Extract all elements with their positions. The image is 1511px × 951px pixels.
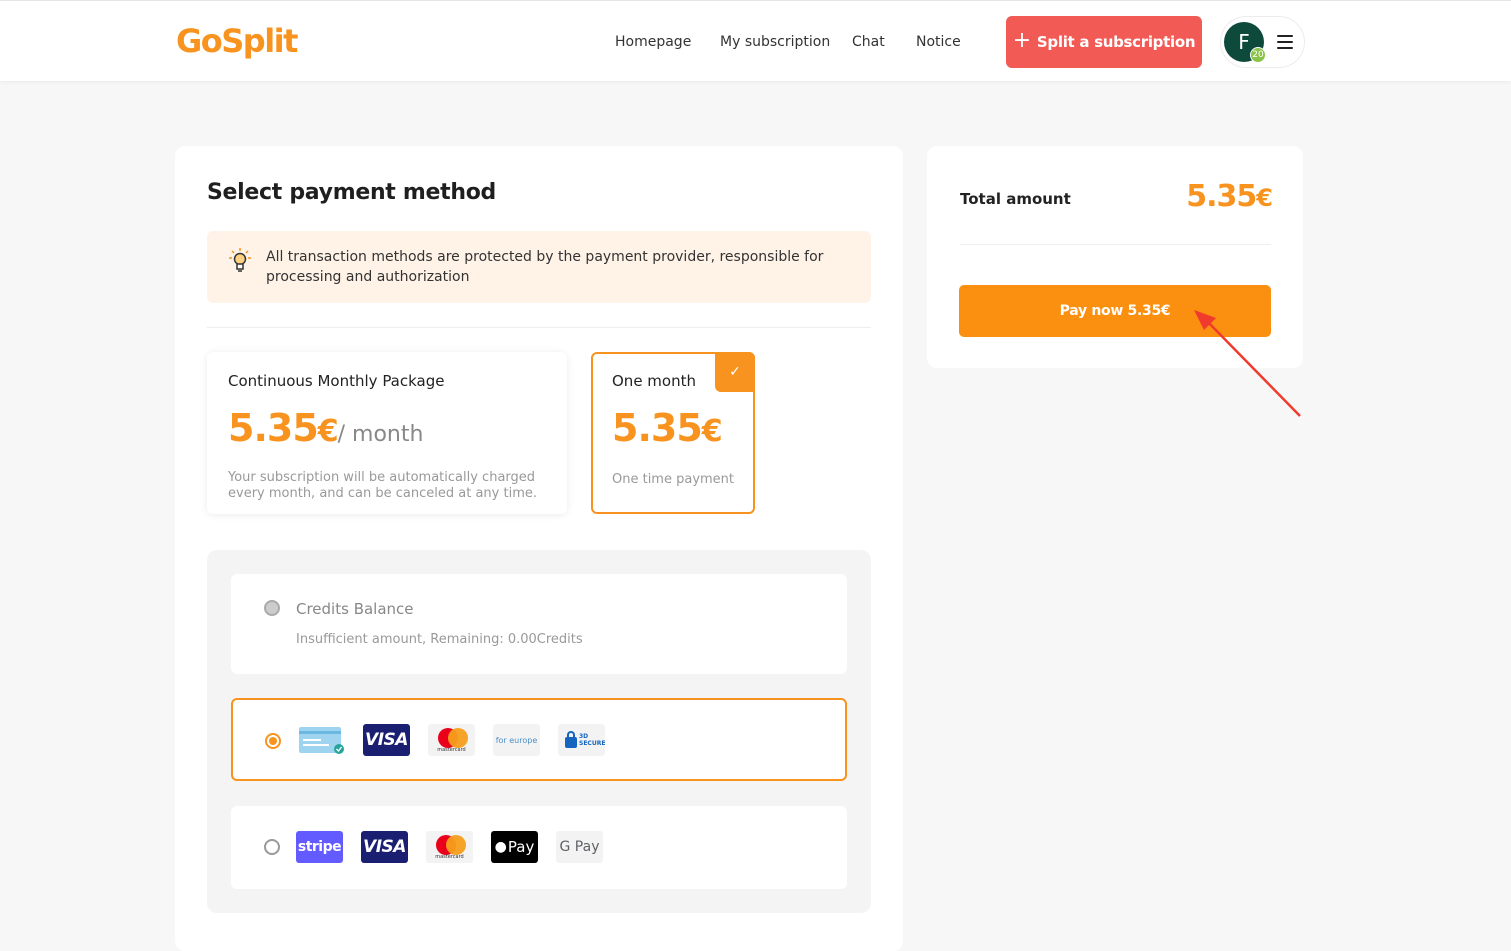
avatar-letter: F (1238, 30, 1250, 54)
pay-now-button[interactable]: Pay now 5.35€ (959, 285, 1271, 337)
card-radio[interactable] (265, 733, 281, 749)
split-subscription-label: Split a subscription (1036, 33, 1196, 51)
gosplit-logo[interactable]: GoSplit (176, 22, 298, 60)
lightbulb-icon (229, 248, 251, 272)
split-subscription-button[interactable]: + Split a subscription (1006, 16, 1202, 68)
package-name: Continuous Monthly Package (228, 372, 445, 390)
package-price: 5.35€/ month (228, 406, 424, 450)
divider (960, 244, 1271, 245)
total-amount-value: 5.35€ (1186, 179, 1273, 214)
stripe-logo: stripe (296, 831, 343, 863)
order-summary-card: Total amount 5.35€ Pay now 5.35€ (927, 146, 1303, 368)
method-card[interactable]: VISA mastercard for europe 3D SECURE (231, 698, 847, 781)
apple-icon: ● (494, 839, 507, 855)
package-description: One time payment (612, 472, 735, 487)
method-stripe[interactable]: stripe VISA mastercard ● Pay G Pay (231, 806, 847, 889)
nav-my-subscription[interactable]: My subscription (720, 34, 830, 50)
mastercard-logo: mastercard (428, 724, 475, 756)
package-price: 5.35€ (612, 406, 723, 450)
credits-title: Credits Balance (296, 600, 414, 618)
3d-secure-logo: 3D SECURE (558, 724, 605, 756)
nav-notice[interactable]: Notice (916, 34, 961, 50)
divider (207, 327, 871, 328)
nav-homepage[interactable]: Homepage (615, 34, 691, 50)
notice-text: All transaction methods are protected by… (266, 249, 824, 285)
for-europe-logo: for europe (493, 724, 540, 756)
nav-chat[interactable]: Chat (852, 34, 885, 50)
payment-method-card: Select payment method All transaction me… (175, 146, 903, 951)
credits-subtitle: Insufficient amount, Remaining: 0.00Cred… (296, 632, 583, 647)
package-name: One month (612, 372, 696, 390)
page-title: Select payment method (207, 180, 496, 205)
method-credits-balance[interactable]: Credits Balance Insufficient amount, Rem… (231, 574, 847, 674)
total-amount-label: Total amount (960, 190, 1071, 208)
package-continuous-monthly[interactable]: Continuous Monthly Package 5.35€/ month … (207, 352, 567, 514)
level-badge: 20 (1250, 47, 1266, 63)
security-notice: All transaction methods are protected by… (207, 231, 871, 303)
plus-icon: + (1012, 28, 1031, 53)
checkmark-icon: ✓ (715, 352, 755, 392)
payment-methods-list: Credits Balance Insufficient amount, Rem… (207, 550, 871, 913)
package-description: Your subscription will be automatically … (228, 470, 537, 501)
visa-logo: VISA (363, 724, 410, 756)
apple-pay-logo: ● Pay (491, 831, 538, 863)
card-logos: VISA mastercard for europe 3D SECURE (298, 724, 605, 756)
hamburger-menu-icon[interactable] (1277, 35, 1293, 49)
user-menu[interactable]: F 20 (1220, 16, 1305, 68)
mastercard-logo: mastercard (426, 831, 473, 863)
google-pay-logo: G Pay (556, 831, 603, 863)
visa-logo: VISA (361, 831, 408, 863)
stripe-radio[interactable] (264, 839, 280, 855)
wallet-logos: stripe VISA mastercard ● Pay G Pay (296, 831, 603, 863)
credits-radio[interactable] (264, 600, 280, 616)
package-one-month[interactable]: ✓ One month 5.35€ One time payment (591, 352, 755, 514)
top-header: GoSplit Homepage My subscription Chat No… (0, 0, 1511, 81)
credit-card-icon (298, 724, 345, 756)
